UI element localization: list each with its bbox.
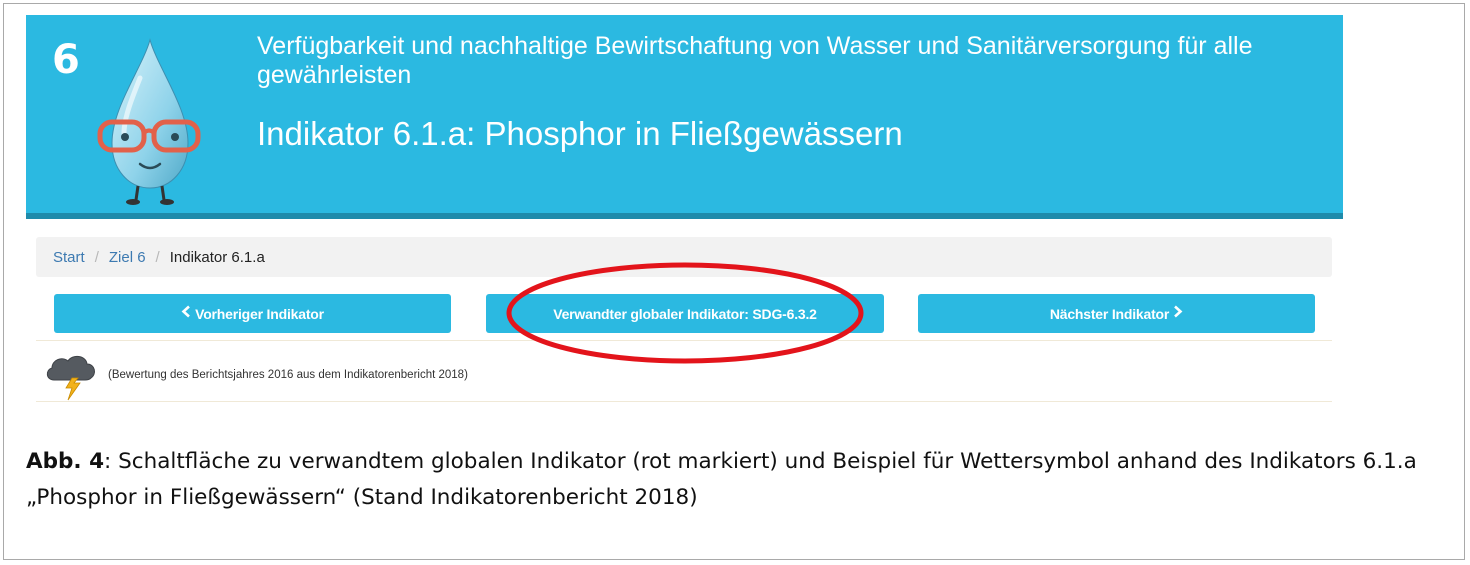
goal-title: Verfügbarkeit und nachhaltige Bewirtscha… <box>257 32 1253 89</box>
goal-number: 6 <box>52 37 80 83</box>
banner-bottom-stripe <box>26 213 1343 219</box>
breadcrumb-start-link[interactable]: Start <box>53 249 85 266</box>
breadcrumb-separator: / <box>155 248 160 266</box>
caption-text: : Schaltfläche zu verwandtem globalen In… <box>26 449 1417 510</box>
breadcrumb-separator: / <box>94 248 99 266</box>
divider-bottom <box>36 401 1332 402</box>
breadcrumb-current: Indikator 6.1.a <box>169 248 265 266</box>
red-highlight-ellipse <box>506 262 864 364</box>
previous-indicator-button[interactable]: Vorheriger Indikator <box>54 294 451 333</box>
indicator-title: Indikator 6.1.a: Phosphor in Fließgewäss… <box>257 115 903 152</box>
next-indicator-label: Nächster Indikator <box>1049 305 1170 322</box>
breadcrumb-goal-link[interactable]: Ziel 6 <box>109 249 146 266</box>
chevron-left-icon <box>181 305 191 322</box>
figure-caption: Abb. 4: Schaltfläche zu verwandtem globa… <box>26 444 1456 516</box>
chevron-right-icon <box>1173 305 1183 322</box>
next-indicator-button[interactable]: Nächster Indikator <box>918 294 1315 333</box>
assessment-note: (Bewertung des Berichtsjahres 2016 aus d… <box>108 369 468 381</box>
thunderstorm-cloud-icon <box>46 356 95 401</box>
water-drop-mascot-icon <box>97 38 201 205</box>
previous-indicator-label: Vorheriger Indikator <box>195 305 324 322</box>
caption-label: Abb. 4 <box>26 449 105 474</box>
